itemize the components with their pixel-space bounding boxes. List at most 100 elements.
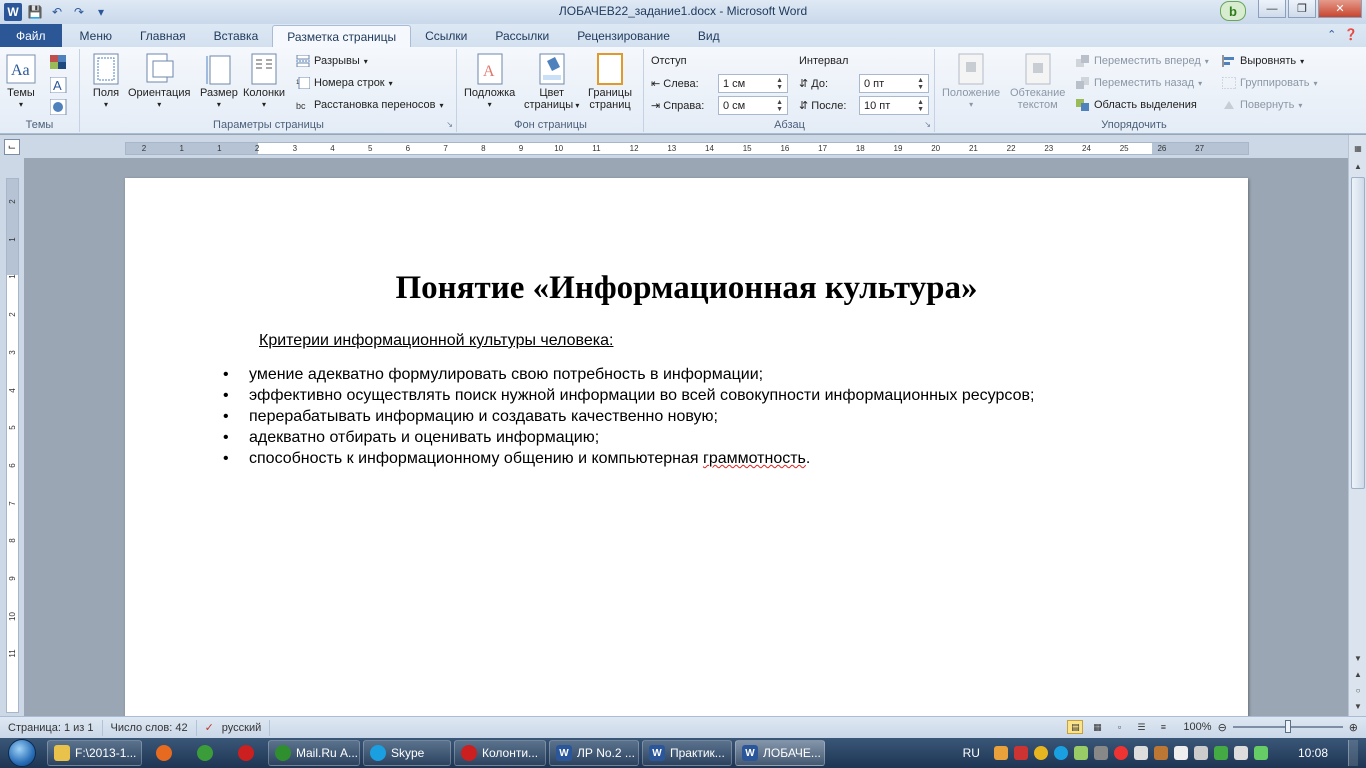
page-setup-launcher-icon[interactable]: ↘: [446, 120, 453, 129]
taskbar-item-opera[interactable]: [227, 740, 265, 766]
watermark-button[interactable]: A Подложка ▾: [464, 53, 515, 111]
tab-view[interactable]: Вид: [684, 25, 734, 47]
align-button[interactable]: Выровнять ▾: [1222, 55, 1304, 67]
tray-antivirus-icon[interactable]: [1013, 746, 1028, 760]
paragraph-launcher-icon[interactable]: ↘: [924, 120, 931, 129]
theme-fonts-icon[interactable]: A: [50, 77, 68, 93]
ruler-toggle-icon[interactable]: ▦: [1351, 141, 1365, 155]
wrap-text-button[interactable]: Обтекание текстом: [1010, 53, 1065, 111]
tab-insert[interactable]: Вставка: [200, 25, 273, 47]
group-button[interactable]: Группировать ▾: [1221, 76, 1318, 90]
theme-effects-icon[interactable]: [50, 99, 68, 115]
tab-selector-icon[interactable]: ⌙: [4, 139, 20, 155]
vertical-scrollbar[interactable]: ▦ ▲ ▼ ▲ ○ ▼: [1348, 135, 1366, 716]
volume-icon[interactable]: [1233, 746, 1248, 760]
minimize-button[interactable]: —: [1258, 0, 1286, 18]
size-button[interactable]: Размер ▾: [200, 53, 238, 111]
safely-remove-icon[interactable]: [1213, 746, 1228, 760]
zoom-level[interactable]: 100%: [1183, 721, 1211, 733]
indent-right-field[interactable]: 0 см ▲ ▼: [718, 96, 788, 115]
redo-icon[interactable]: ↷: [70, 3, 88, 21]
misspelled-word[interactable]: граммотность: [703, 450, 806, 467]
language-indicator-tray[interactable]: RU: [963, 746, 980, 760]
taskbar-item-word-lobachev[interactable]: W ЛОБАЧЕ...: [735, 740, 825, 766]
rotate-button[interactable]: Повернуть ▾: [1222, 99, 1302, 111]
page-count[interactable]: Страница: 1 из 1: [0, 719, 103, 736]
hyphenation-button[interactable]: bc Расстановка переносов ▾: [296, 99, 444, 111]
taskbar-item-explorer[interactable]: F:\2013-1...: [47, 740, 142, 766]
tab-review[interactable]: Рецензирование: [563, 25, 684, 47]
save-icon[interactable]: 💾: [26, 3, 44, 21]
scroll-down-icon[interactable]: ▼: [1351, 651, 1365, 665]
battery-icon[interactable]: [1253, 746, 1268, 760]
line-numbers-button[interactable]: 1 Номера строк ▾: [296, 76, 393, 90]
undo-icon[interactable]: ↶: [48, 3, 66, 21]
bing-icon[interactable]: b: [1220, 1, 1246, 21]
clock[interactable]: 10:08: [1298, 746, 1328, 760]
language-indicator[interactable]: ✓ русский: [197, 719, 271, 736]
selection-pane-button[interactable]: Область выделения: [1076, 99, 1197, 111]
maximize-button[interactable]: ❐: [1288, 0, 1316, 18]
zoom-out-icon[interactable]: ⊖: [1218, 721, 1227, 734]
outline-view-icon[interactable]: ☰: [1133, 720, 1149, 734]
help-icon[interactable]: ❓: [1344, 28, 1358, 41]
scroll-up-icon[interactable]: ▲: [1351, 159, 1365, 173]
minimize-ribbon-icon[interactable]: ⌃: [1327, 28, 1336, 41]
page-color-button[interactable]: Цвет страницы ▾: [524, 53, 579, 112]
full-screen-reading-icon[interactable]: ▦: [1089, 720, 1105, 734]
print-layout-view-icon[interactable]: ▤: [1067, 720, 1084, 734]
tab-page-layout[interactable]: Разметка страницы: [272, 25, 412, 47]
document-page[interactable]: Понятие «Информационная культура» Критер…: [125, 178, 1248, 716]
bring-forward-button[interactable]: Переместить вперед ▾: [1076, 55, 1209, 67]
start-button[interactable]: [0, 738, 44, 768]
columns-button[interactable]: Колонки ▾: [243, 53, 285, 111]
draft-view-icon[interactable]: ≡: [1155, 720, 1171, 734]
tray-app-icon[interactable]: [993, 746, 1008, 760]
taskbar-item-word-lr2[interactable]: W ЛР No.2 ...: [549, 740, 639, 766]
horizontal-ruler[interactable]: 2 1 1 2 3 4 5 6 7 8 9 10 11 12 13 14 15 16 17 18 19 20 21 22 23 2…: [125, 142, 1249, 155]
taskbar-item-skype[interactable]: Skype: [363, 740, 451, 766]
web-layout-icon[interactable]: ▫: [1111, 720, 1127, 734]
orientation-button[interactable]: Ориентация ▾: [128, 53, 190, 111]
previous-page-icon[interactable]: ▲: [1351, 667, 1365, 681]
indent-left-field[interactable]: 1 см ▲ ▼: [718, 74, 788, 93]
theme-colors-icon[interactable]: [50, 55, 68, 69]
browse-object-icon[interactable]: ○: [1351, 683, 1365, 697]
spacing-after-field[interactable]: 10 пт ▲ ▼: [859, 96, 929, 115]
tray-skype-icon[interactable]: [1053, 746, 1068, 760]
taskbar-item-mailru[interactable]: Mail.Ru А...: [268, 740, 360, 766]
tray-clipboard-icon[interactable]: [1073, 746, 1088, 760]
taskbar-item-opera-page[interactable]: Колонти...: [454, 740, 546, 766]
tray-mail-icon[interactable]: [1113, 746, 1128, 760]
tray-signal-icon[interactable]: [1133, 746, 1148, 760]
show-desktop-button[interactable]: [1348, 740, 1358, 766]
scroll-thumb[interactable]: [1351, 177, 1365, 489]
tab-references[interactable]: Ссылки: [411, 25, 481, 47]
next-page-icon[interactable]: ▼: [1351, 699, 1365, 713]
breaks-button[interactable]: Разрывы ▾: [296, 54, 368, 68]
margins-button[interactable]: Поля ▾: [91, 53, 121, 111]
customize-toolbar-icon[interactable]: ▾: [92, 3, 110, 21]
close-button[interactable]: ✕: [1318, 0, 1362, 18]
spacing-before-field[interactable]: 0 пт ▲ ▼: [859, 74, 929, 93]
tab-mailings[interactable]: Рассылки: [481, 25, 563, 47]
vertical-ruler[interactable]: 2 1 1 2 3 4 5 6 7 8 9 10 11: [6, 178, 19, 713]
zoom-slider-knob[interactable]: [1284, 720, 1291, 733]
tab-file[interactable]: Файл: [0, 24, 62, 47]
tray-update-icon[interactable]: [1033, 746, 1048, 760]
tab-home[interactable]: Главная: [126, 25, 200, 47]
taskbar-item-word-practice[interactable]: W Практик...: [642, 740, 732, 766]
word-count[interactable]: Число слов: 42: [103, 719, 197, 736]
taskbar-item-chrome[interactable]: [186, 740, 224, 766]
word-app-icon[interactable]: W: [4, 3, 22, 21]
zoom-slider[interactable]: [1232, 720, 1343, 733]
zoom-in-icon[interactable]: ⊕: [1349, 721, 1358, 734]
page-borders-button[interactable]: Границы страниц: [588, 53, 632, 111]
position-button[interactable]: Положение ▾: [942, 53, 1000, 111]
action-center-flag-icon[interactable]: [1173, 746, 1188, 760]
network-icon[interactable]: [1193, 746, 1208, 760]
themes-button[interactable]: Aa Темы ▾: [6, 53, 36, 111]
tray-webcam-icon[interactable]: [1093, 746, 1108, 760]
send-backward-button[interactable]: Переместить назад ▾: [1076, 77, 1202, 89]
tab-menu[interactable]: Меню: [66, 25, 126, 47]
